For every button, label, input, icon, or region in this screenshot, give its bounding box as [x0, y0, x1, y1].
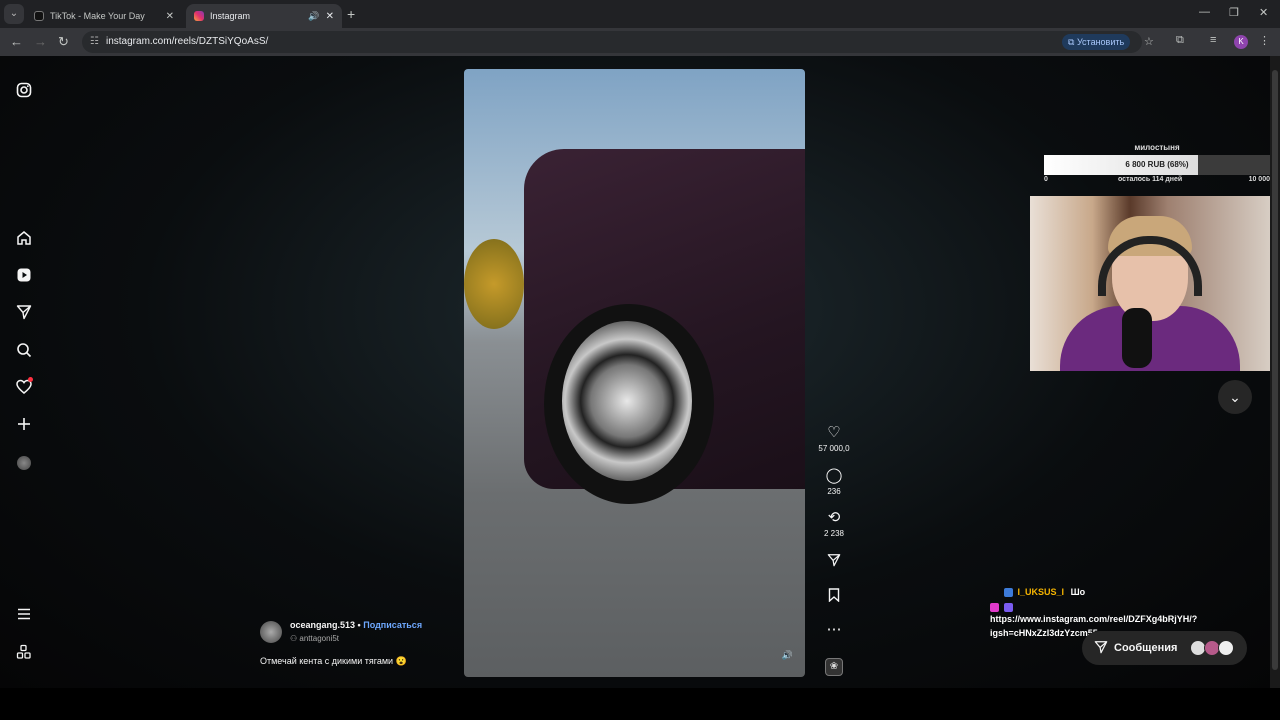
tab-search-button[interactable]: ⌄: [4, 4, 24, 24]
instagram-reels-page: 🔊 ♡ 57 000,0 ◯ 236 ⟲ 2 238 ⋯ ❀ oceangang…: [0, 56, 1280, 688]
microphone-icon: [1122, 308, 1152, 368]
reload-icon[interactable]: ↻: [58, 34, 69, 50]
donation-remaining: осталось 114 дней: [1118, 176, 1183, 183]
messages-label: Сообщения: [1114, 642, 1178, 654]
tab-tiktok[interactable]: TikTok - Make Your Day ✕: [26, 4, 182, 28]
browser-toolbar: ← → ↻ ☷ instagram.com/reels/DZTSiYQoAsS/…: [0, 28, 1280, 56]
author-username[interactable]: oceangang.513: [290, 620, 355, 630]
speaker-icon[interactable]: 🔊: [308, 11, 319, 22]
close-tab-icon[interactable]: ✕: [326, 11, 334, 22]
video-tree: [464, 239, 524, 329]
like-action[interactable]: ♡ 57 000,0: [817, 424, 851, 453]
taskbar-strip: [0, 688, 1280, 720]
repost-icon[interactable]: ⟲: [817, 509, 851, 527]
chat-text: Шо: [1070, 587, 1086, 597]
share-paper-plane-icon[interactable]: [817, 553, 851, 572]
browser-tab-bar: ⌄ TikTok - Make Your Day ✕ Instagram 🔊 ✕…: [0, 0, 1280, 28]
save-action[interactable]: [817, 588, 851, 607]
likes-count: 57 000,0: [818, 444, 850, 453]
back-icon[interactable]: ←: [10, 34, 23, 49]
messages-paper-plane-icon: [1094, 640, 1108, 657]
instagram-logo-icon[interactable]: [14, 82, 34, 102]
chat-badge-icon: [1004, 588, 1013, 598]
separator-dot: •: [357, 620, 361, 630]
address-bar[interactable]: ☷ instagram.com/reels/DZTSiYQoAsS/ ⧉ Уст…: [82, 31, 1154, 53]
comment-icon[interactable]: ◯: [817, 467, 851, 485]
follow-button[interactable]: Подписаться: [363, 620, 422, 630]
install-label: Установить: [1076, 37, 1125, 47]
chat-message: I_UKSUS_I Шо: [1004, 587, 1086, 598]
next-reel-chevron-down-icon[interactable]: ⌄: [1218, 380, 1252, 414]
minimize-icon[interactable]: —: [1199, 6, 1210, 18]
profile-avatar-link[interactable]: [14, 453, 34, 473]
restore-icon[interactable]: ❐: [1229, 6, 1239, 19]
audio-track-thumbnail[interactable]: ❀: [825, 658, 843, 676]
donation-goal-widget: милостыня 6 800 RUB (68%) 0 осталось 114…: [1044, 143, 1270, 187]
messages-button[interactable]: Сообщения: [1082, 631, 1247, 665]
search-icon[interactable]: [14, 342, 34, 362]
extensions-icon[interactable]: ⧉: [1176, 34, 1184, 47]
bookmark-icon[interactable]: [817, 588, 851, 607]
notification-dot: [28, 377, 33, 382]
sound-toggle-icon[interactable]: 🔊: [782, 650, 793, 661]
reel-caption: Отмечай кента с дикими тягами 😮: [260, 656, 407, 666]
forward-icon[interactable]: →: [34, 34, 47, 49]
more-dots-icon[interactable]: ⋯: [817, 621, 851, 639]
video-rim: [562, 321, 692, 481]
bookmark-star-icon[interactable]: ☆: [1144, 35, 1154, 48]
donation-amount: 6 800 RUB (68%): [1125, 160, 1189, 169]
donation-scale: 0 осталось 114 дней 10 000: [1044, 175, 1270, 185]
also-from-meta-icon[interactable]: [14, 644, 34, 664]
direct-messages-icon[interactable]: [14, 304, 34, 324]
chat-heart-badge-icon: [990, 603, 999, 613]
notifications-heart-icon[interactable]: [14, 377, 34, 399]
home-icon[interactable]: [14, 230, 34, 250]
donation-title: милостыня: [1134, 143, 1180, 152]
create-plus-icon[interactable]: [14, 416, 34, 436]
tab-instagram[interactable]: Instagram 🔊 ✕: [186, 4, 342, 28]
instagram-favicon-icon: [194, 11, 204, 21]
more-options-action[interactable]: ⋯: [817, 621, 851, 639]
install-app-button[interactable]: ⧉ Установить: [1062, 34, 1131, 50]
reel-video[interactable]: 🔊: [464, 69, 805, 677]
site-info-icon[interactable]: ☷: [90, 36, 99, 47]
more-menu-icon[interactable]: [14, 606, 34, 626]
donation-progress-bar: 6 800 RUB (68%): [1044, 155, 1270, 175]
repost-action[interactable]: ⟲ 2 238: [817, 509, 851, 538]
donation-min: 0: [1044, 176, 1048, 183]
avatar: [17, 456, 31, 470]
audio-author[interactable]: ⚇ anttagoni5t: [290, 634, 339, 643]
new-tab-icon[interactable]: +: [347, 6, 355, 22]
reposts-count: 2 238: [823, 529, 845, 538]
tab-title: TikTok - Make Your Day: [50, 11, 145, 21]
comment-action[interactable]: ◯ 236: [817, 467, 851, 496]
close-tab-icon[interactable]: ✕: [166, 11, 174, 22]
reels-icon[interactable]: [14, 267, 34, 287]
share-action[interactable]: [817, 553, 851, 572]
author-line: oceangang.513 • Подписаться: [290, 620, 422, 630]
page-scrollbar[interactable]: [1270, 56, 1280, 688]
audio-author-name: anttagoni5t: [299, 634, 339, 643]
avatar: [1218, 640, 1234, 656]
scrollbar-thumb[interactable]: [1272, 70, 1278, 670]
menu-kebab-icon[interactable]: ⋮: [1259, 34, 1270, 47]
tab-title: Instagram: [210, 11, 251, 21]
tiktok-favicon-icon: [34, 11, 44, 21]
author-avatar[interactable]: [260, 621, 282, 643]
donation-max: 10 000: [1248, 176, 1270, 183]
url-text[interactable]: instagram.com/reels/DZTSiYQoAsS/: [106, 36, 268, 47]
chat-username: I_UKSUS_I: [1017, 587, 1065, 597]
like-heart-icon[interactable]: ♡: [817, 424, 851, 442]
profile-avatar[interactable]: K: [1234, 35, 1248, 49]
comments-count: 236: [827, 487, 841, 496]
person-icon: ⚇: [290, 634, 298, 643]
chat-badge-icon: [1003, 603, 1013, 613]
streamer-webcam: [1030, 196, 1280, 371]
media-controls-icon[interactable]: ≡: [1210, 34, 1216, 46]
window-close-icon[interactable]: ✕: [1259, 6, 1268, 19]
